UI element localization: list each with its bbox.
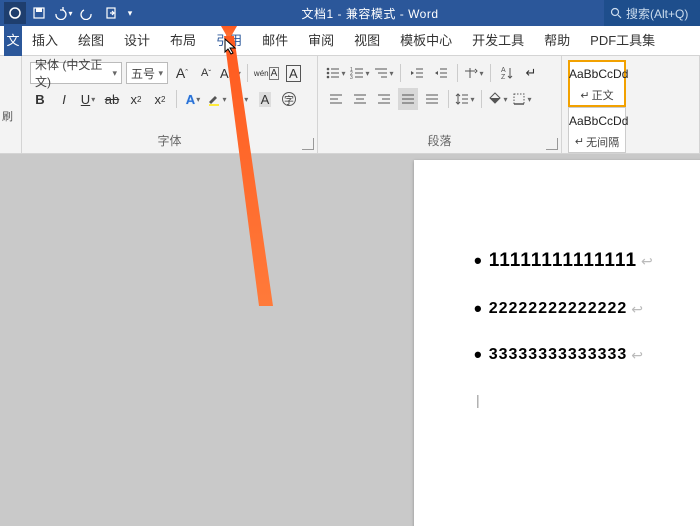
highlight-icon[interactable]: ▾ (207, 88, 227, 110)
align-left-icon[interactable] (326, 88, 346, 110)
list-item[interactable]: • 11111111111111 ↩ (474, 250, 700, 272)
tab-view[interactable]: 视图 (344, 26, 390, 56)
svg-text:3: 3 (350, 75, 353, 79)
doc-name: 文档1 (301, 7, 333, 21)
numbering-icon[interactable]: 123▾ (350, 62, 370, 84)
font-group: 宋体 (中文正文)▾ 五号▾ Aˆ Aˇ Aa▾ wénA A B I U▾ a… (22, 56, 318, 153)
quick-access-toolbar: ▾ ▾ (0, 2, 136, 24)
tab-templates[interactable]: 模板中心 (390, 26, 462, 56)
strikethrough-icon[interactable]: ab (102, 88, 122, 110)
font-family-combo[interactable]: 宋体 (中文正文)▾ (30, 62, 122, 84)
style-sample: AaBbCcDd (569, 114, 625, 128)
font-group-label: 字体 (22, 132, 317, 149)
character-border-icon[interactable]: A (283, 62, 303, 84)
paragraph-group-label: 段落 (318, 132, 561, 149)
tab-design[interactable]: 设计 (114, 26, 160, 56)
tab-review[interactable]: 审阅 (298, 26, 344, 56)
paragraph-group-launcher[interactable] (546, 138, 558, 150)
enclose-characters-icon[interactable]: 字 (279, 88, 299, 110)
align-right-icon[interactable] (374, 88, 394, 110)
ribbon-tabs: 文 插入 绘图 设计 布局 引用 邮件 审阅 视图 模板中心 开发工具 帮助 P… (0, 26, 700, 56)
style-normal[interactable]: AaBbCcDd ↵正文 (568, 60, 626, 107)
justify-icon[interactable] (398, 88, 418, 110)
search-placeholder: 搜索(Alt+Q) (626, 5, 688, 22)
multilevel-list-icon[interactable]: ▾ (374, 62, 394, 84)
shading-icon[interactable]: ▾ (488, 88, 508, 110)
window-title: 文档1 - 兼容模式 - Word (136, 5, 604, 22)
page[interactable]: • 11111111111111 ↩ • 22222222222222 ↩ • … (414, 160, 700, 526)
tab-developer[interactable]: 开发工具 (462, 26, 534, 56)
tab-layout[interactable]: 布局 (160, 26, 206, 56)
paragraph-mark-icon: ↩ (631, 347, 644, 364)
line-text: 33333333333333 (489, 346, 628, 364)
distributed-icon[interactable] (422, 88, 442, 110)
decrease-indent-icon[interactable] (407, 62, 427, 84)
search-icon (610, 7, 622, 19)
app-name: Word (408, 7, 438, 21)
clipboard-group-partial: 刷 (0, 56, 22, 153)
export-icon[interactable] (100, 2, 122, 24)
save-icon[interactable] (28, 2, 50, 24)
paragraph-mark-icon: ↩ (641, 253, 654, 270)
font-family-value: 宋体 (中文正文) (35, 56, 112, 90)
format-painter-label-partial[interactable]: 刷 (2, 108, 19, 124)
grow-font-icon[interactable]: Aˆ (172, 62, 192, 84)
svg-text:Z: Z (501, 74, 506, 80)
tab-help[interactable]: 帮助 (534, 26, 580, 56)
tab-pdf-tools[interactable]: PDF工具集 (580, 26, 665, 56)
paragraph-group: ▾ 123▾ ▾ ▾ AZ ↵ ▾ ▾ ▾ 段落 (318, 56, 562, 153)
redo-icon[interactable] (76, 2, 98, 24)
bullets-icon[interactable]: ▾ (326, 62, 346, 84)
text-effects-icon[interactable]: A▾ (183, 88, 203, 110)
align-center-icon[interactable] (350, 88, 370, 110)
bold-icon[interactable]: B (30, 88, 50, 110)
phonetic-guide-icon[interactable]: wénA (254, 62, 279, 84)
tab-insert[interactable]: 插入 (22, 26, 68, 56)
line-spacing-icon[interactable]: ▾ (455, 88, 475, 110)
styles-group: AaBbCcDd ↵正文 AaBbCcDd ↵无间隔 (562, 56, 700, 153)
borders-icon[interactable]: ▾ (512, 88, 532, 110)
svg-text:A: A (501, 67, 506, 74)
compat-mode: 兼容模式 (346, 7, 396, 21)
asian-layout-icon[interactable]: ▾ (464, 62, 484, 84)
font-size-combo[interactable]: 五号▾ (126, 62, 168, 84)
line-text: 22222222222222 (489, 300, 628, 318)
underline-icon[interactable]: U▾ (78, 88, 98, 110)
style-name: 正文 (592, 87, 614, 103)
document-workspace[interactable]: • 11111111111111 ↩ • 22222222222222 ↩ • … (0, 154, 700, 526)
list-item[interactable]: • 33333333333333 ↩ (474, 346, 700, 364)
font-size-value: 五号 (131, 65, 155, 82)
show-marks-icon[interactable]: ↵ (521, 62, 541, 84)
increase-indent-icon[interactable] (431, 62, 451, 84)
tab-mailings[interactable]: 邮件 (252, 26, 298, 56)
character-shading-icon[interactable]: A (255, 88, 275, 110)
change-case-icon[interactable]: Aa▾ (220, 62, 241, 84)
qat-more-icon[interactable]: ▾ (124, 2, 136, 24)
list-item[interactable]: • 22222222222222 ↩ (474, 300, 700, 318)
shrink-font-icon[interactable]: Aˇ (196, 62, 216, 84)
sort-icon[interactable]: AZ (497, 62, 517, 84)
subscript-icon[interactable]: x2 (126, 88, 146, 110)
title-bar: ▾ ▾ 文档1 - 兼容模式 - Word 搜索(Alt+Q) (0, 0, 700, 26)
tab-references[interactable]: 引用 (206, 26, 252, 56)
font-group-launcher[interactable] (302, 138, 314, 150)
font-color-icon[interactable]: A▾ (231, 88, 251, 110)
search-box[interactable]: 搜索(Alt+Q) (604, 0, 700, 26)
autosave-toggle[interactable] (4, 2, 26, 24)
tab-draw[interactable]: 绘图 (68, 26, 114, 56)
superscript-icon[interactable]: x2 (150, 88, 170, 110)
style-sample: AaBbCcDd (569, 67, 625, 81)
text-cursor: | (476, 392, 700, 408)
paragraph-mark-icon: ↩ (631, 301, 644, 318)
style-name: 无间隔 (586, 134, 619, 150)
style-no-spacing[interactable]: AaBbCcDd ↵无间隔 (568, 107, 626, 154)
italic-icon[interactable]: I (54, 88, 74, 110)
undo-icon[interactable]: ▾ (52, 2, 74, 24)
ribbon: 刷 宋体 (中文正文)▾ 五号▾ Aˆ Aˇ Aa▾ wénA A B I U▾… (0, 56, 700, 154)
tab-file[interactable]: 文 (4, 26, 22, 56)
line-text: 11111111111111 (489, 250, 637, 272)
